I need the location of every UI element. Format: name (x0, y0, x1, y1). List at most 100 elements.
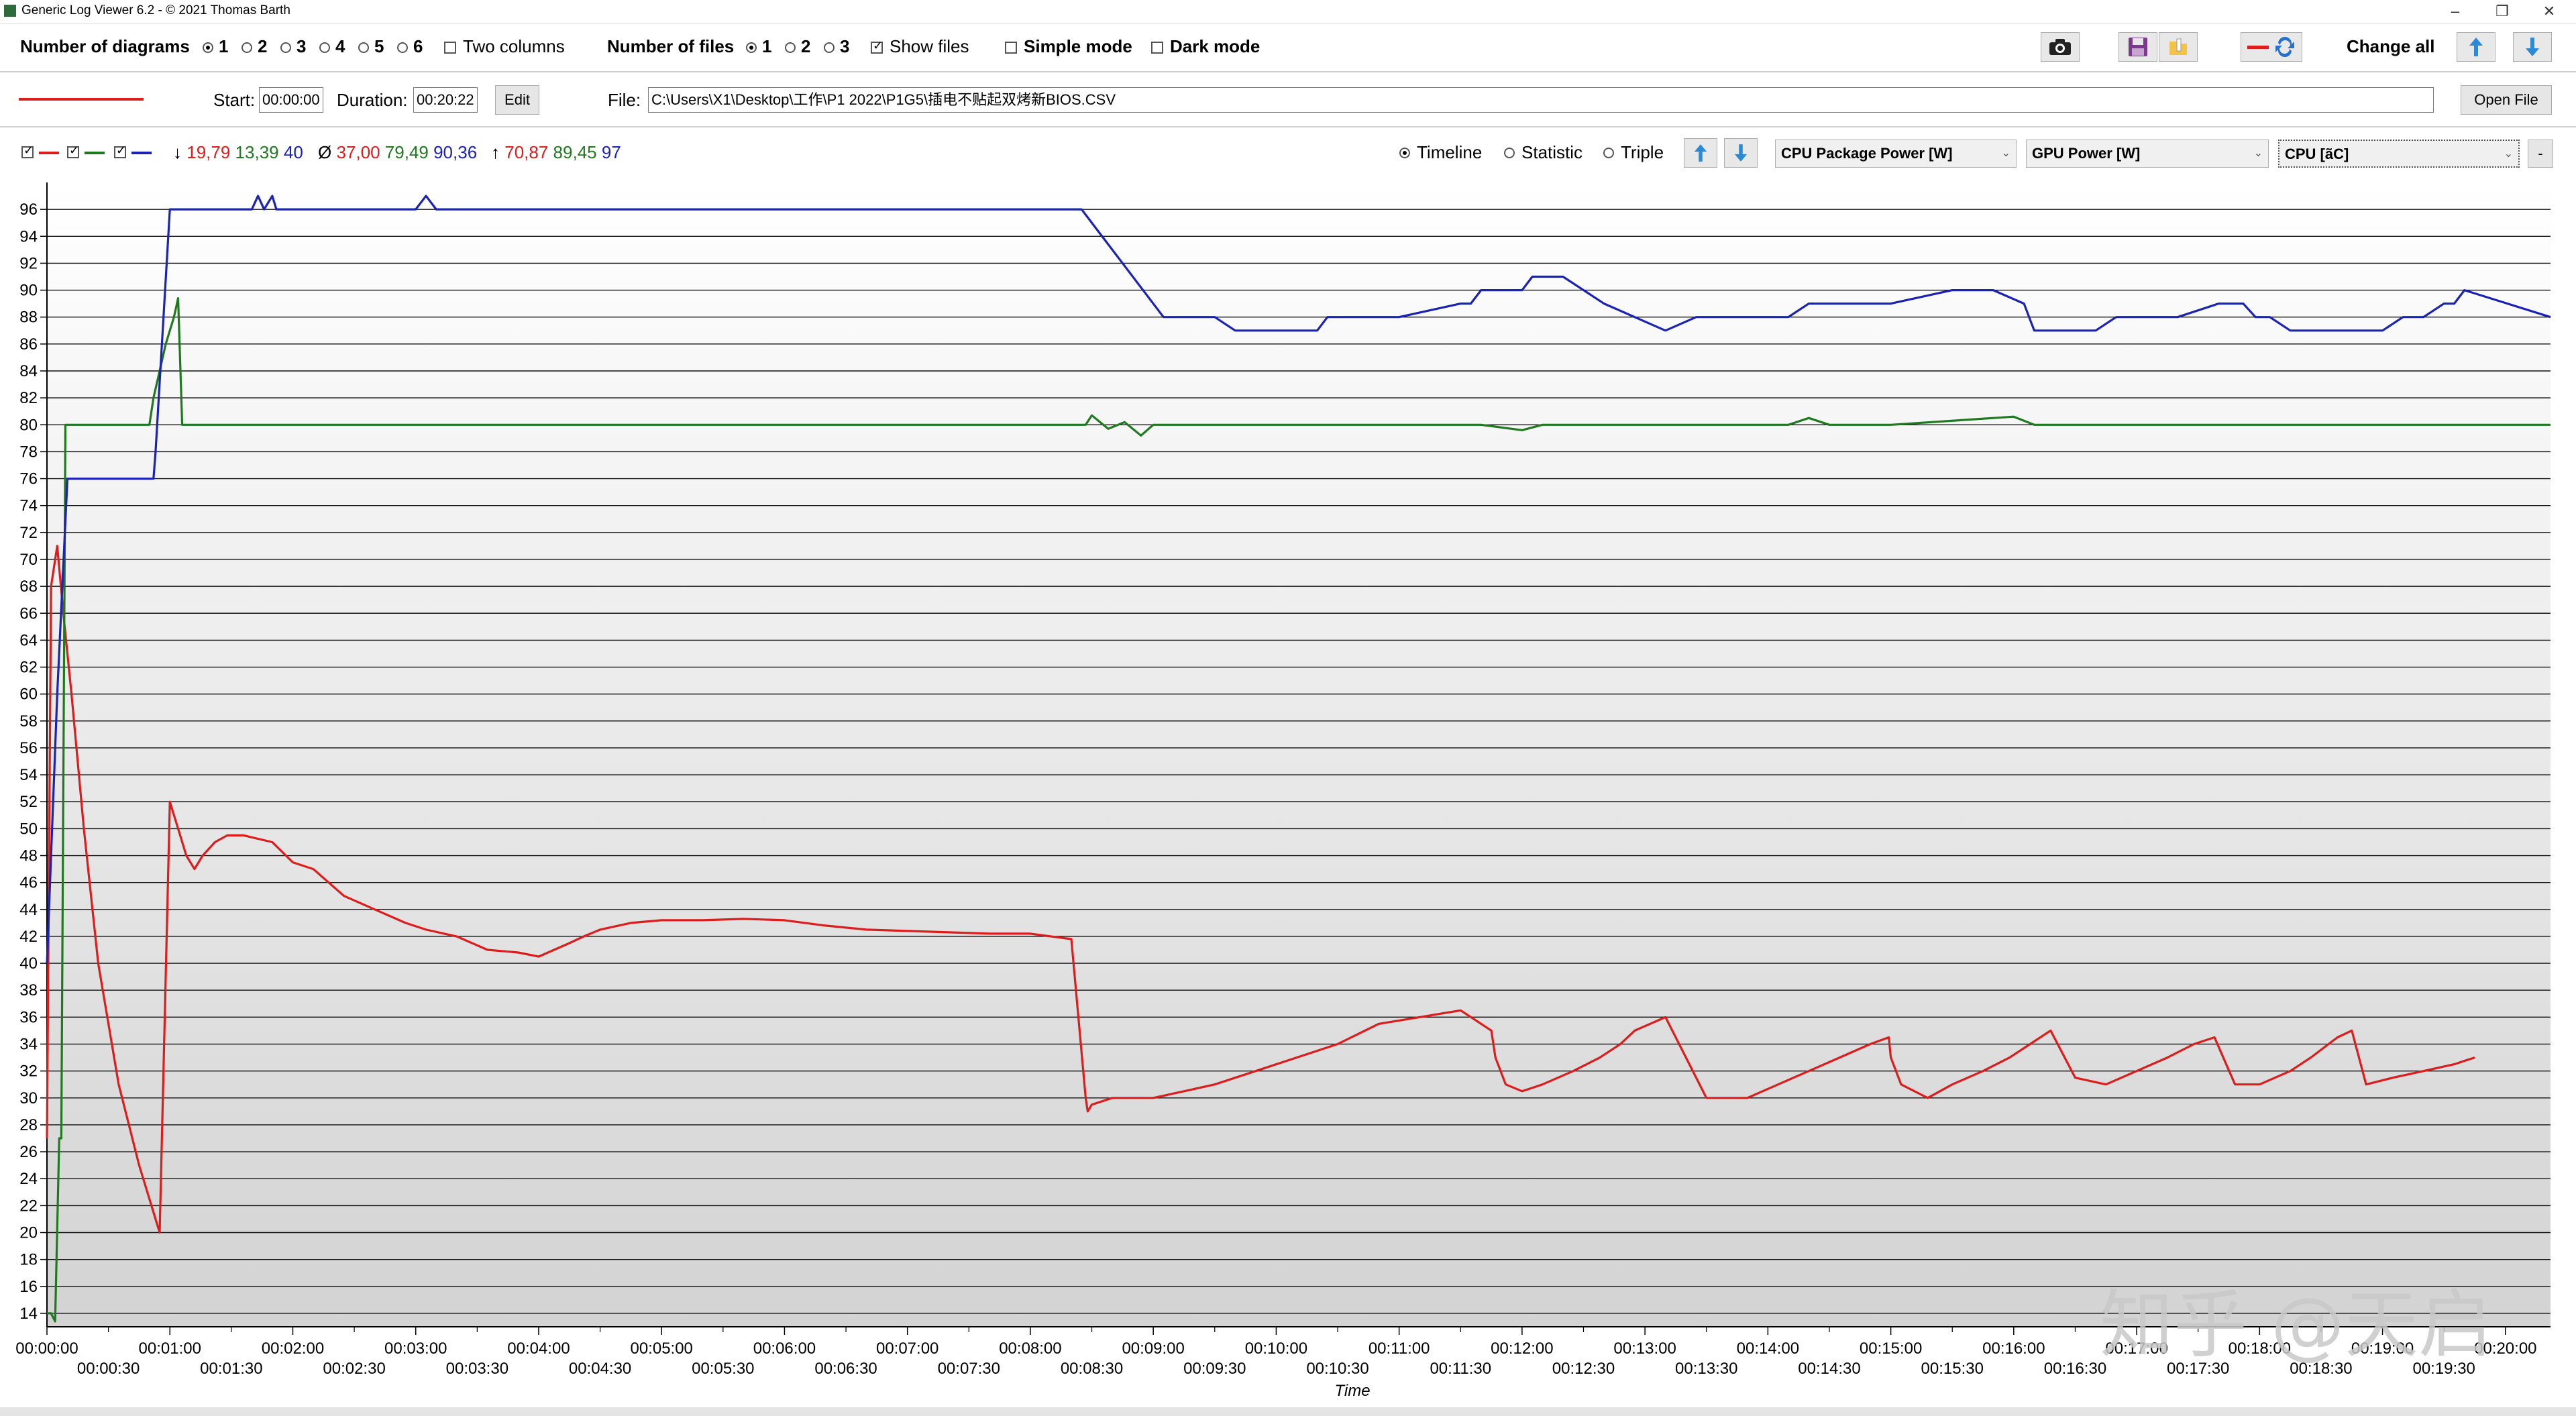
x-tick-label: 00:12:30 (1552, 1360, 1615, 1378)
duration-input[interactable]: 00:20:22 (413, 87, 478, 113)
x-tick-label: 00:05:30 (692, 1360, 754, 1378)
red-series-swatch[interactable] (39, 152, 59, 154)
title-bar: Generic Log Viewer 6.2 - © 2021 Thomas B… (0, 0, 2576, 23)
x-tick-label: 00:09:00 (1122, 1340, 1184, 1358)
save-button[interactable] (2118, 32, 2157, 62)
options-toolbar: Number of diagrams 1 2 3 4 5 6 Two colum… (0, 24, 2576, 72)
floppy-disk-icon (2129, 38, 2147, 56)
y-tick-label: 20 (19, 1224, 38, 1242)
x-tick-label: 00:00:30 (77, 1360, 140, 1378)
move-up-button[interactable] (1684, 138, 1717, 168)
avg-red-value: 37,00 (336, 142, 380, 162)
two-columns-checkbox[interactable] (444, 42, 456, 54)
avg-green-value: 79,49 (384, 142, 429, 162)
file-row: Start: 00:00:00 Duration: 00:20:22 Edit … (0, 72, 2576, 127)
diagram-radio-1[interactable] (203, 42, 213, 53)
series-line-color-swatch[interactable] (19, 98, 144, 101)
y-tick-label: 40 (19, 955, 38, 973)
green-series-select-value: GPU Power [W] (2032, 145, 2141, 162)
file-radio-3[interactable] (824, 42, 835, 53)
y-tick-label: 82 (19, 389, 38, 407)
chevron-down-icon: ⌄ (2504, 148, 2513, 160)
two-columns-label: Two columns (463, 36, 565, 56)
min-blue-value: 40 (283, 142, 303, 162)
y-tick-label: 70 (19, 551, 38, 569)
arrow-up-icon (2469, 38, 2483, 56)
close-button[interactable]: ✕ (2529, 1, 2569, 21)
x-tick-label: 00:04:30 (569, 1360, 631, 1378)
triple-radio[interactable] (1603, 148, 1614, 158)
restore-button[interactable]: ❐ (2482, 1, 2522, 21)
green-series-swatch[interactable] (85, 152, 105, 154)
window-title: Generic Log Viewer 6.2 - © 2021 Thomas B… (21, 3, 290, 17)
move-up-all-button[interactable] (2457, 32, 2496, 62)
red-series-checkbox[interactable] (21, 144, 34, 158)
red-series-select[interactable]: CPU Package Power [W] ⌄ (1775, 140, 2017, 168)
minimize-button[interactable]: – (2435, 1, 2475, 21)
x-tick-label: 00:00:00 (15, 1340, 78, 1358)
file-path-input[interactable]: C:\Users\X1\Desktop\工作\P1 2022\P1G5\插电不贴… (648, 87, 2434, 113)
open-file-button[interactable]: Open File (2461, 85, 2552, 115)
diagram-radio-6[interactable] (397, 42, 408, 53)
timeline-chart[interactable]: 14 16 18 20 22 24 26 28 30 32 34 36 38 40 42 44 46 48 50 52… (0, 180, 2576, 1407)
y-tick-label: 94 (19, 227, 38, 246)
y-tick-label: 26 (19, 1143, 38, 1161)
y-tick-label: 50 (19, 820, 38, 838)
diagram-option-label: 5 (374, 36, 384, 56)
duration-label: Duration: (337, 90, 408, 110)
x-tick-label: 00:14:30 (1798, 1360, 1860, 1378)
x-axis-label: Time (1334, 1382, 1370, 1400)
file-radio-2[interactable] (785, 42, 796, 53)
move-down-button[interactable] (1724, 138, 1758, 168)
remove-series-button[interactable]: - (2528, 140, 2553, 168)
file-radio-1[interactable] (746, 42, 757, 53)
y-tick-label: 86 (19, 335, 38, 353)
diagram-radio-3[interactable] (280, 42, 291, 53)
green-series-select[interactable]: GPU Power [W] ⌄ (2026, 140, 2269, 168)
start-input[interactable]: 00:00:00 (259, 87, 323, 113)
blue-series-swatch[interactable] (131, 152, 152, 154)
simple-mode-checkbox[interactable] (1005, 42, 1017, 54)
diagram-radio-5[interactable] (358, 42, 369, 53)
x-tick-label: 00:02:30 (323, 1360, 385, 1378)
diagram-radio-4[interactable] (319, 42, 330, 53)
y-tick-label: 68 (19, 578, 38, 596)
stats-minimum: ↓ 19,79 13,39 40 (173, 142, 303, 163)
y-tick-label: 22 (19, 1197, 38, 1215)
y-tick-label: 42 (19, 928, 38, 946)
avg-blue-value: 90,36 (433, 142, 478, 162)
swap-colors-button[interactable] (2241, 32, 2302, 62)
y-tick-label: 60 (19, 686, 38, 704)
x-tick-label: 00:15:00 (1860, 1340, 1922, 1358)
show-files-checkbox[interactable] (871, 39, 883, 54)
y-tick-label: 72 (19, 524, 38, 542)
blue-series-select-value: CPU [ãC] (2285, 146, 2349, 162)
open-folder-button[interactable] (2159, 32, 2198, 62)
x-tick-label: 00:10:00 (1245, 1340, 1307, 1358)
blue-series-checkbox[interactable] (114, 144, 126, 158)
green-series-checkbox[interactable] (67, 144, 79, 158)
statistic-radio[interactable] (1504, 148, 1515, 158)
edit-button[interactable]: Edit (495, 85, 539, 115)
folder-icon (2169, 38, 2187, 55)
min-arrow: ↓ (173, 142, 182, 162)
move-down-all-button[interactable] (2513, 32, 2552, 62)
blue-series-select[interactable]: CPU [ãC] ⌄ (2278, 140, 2520, 168)
max-green-value: 89,45 (553, 142, 597, 162)
y-tick-label: 24 (19, 1170, 38, 1188)
y-tick-label: 36 (19, 1008, 38, 1026)
diagram-radio-2[interactable] (241, 42, 252, 53)
timeline-radio[interactable] (1399, 148, 1410, 158)
y-tick-label: 38 (19, 981, 38, 999)
x-tick-label: 00:08:30 (1061, 1360, 1123, 1378)
screenshot-button[interactable] (2041, 32, 2080, 62)
x-tick-label: 00:02:00 (262, 1340, 324, 1358)
diagrams-label: Number of diagrams (20, 36, 190, 56)
x-tick-label: 00:16:00 (1982, 1340, 2045, 1358)
y-tick-label: 18 (19, 1251, 38, 1269)
y-tick-label: 44 (19, 901, 38, 919)
dark-mode-checkbox[interactable] (1151, 42, 1163, 54)
y-tick-label: 28 (19, 1116, 38, 1134)
y-tick-label: 92 (19, 254, 38, 272)
x-tick-label: 00:03:00 (384, 1340, 447, 1358)
